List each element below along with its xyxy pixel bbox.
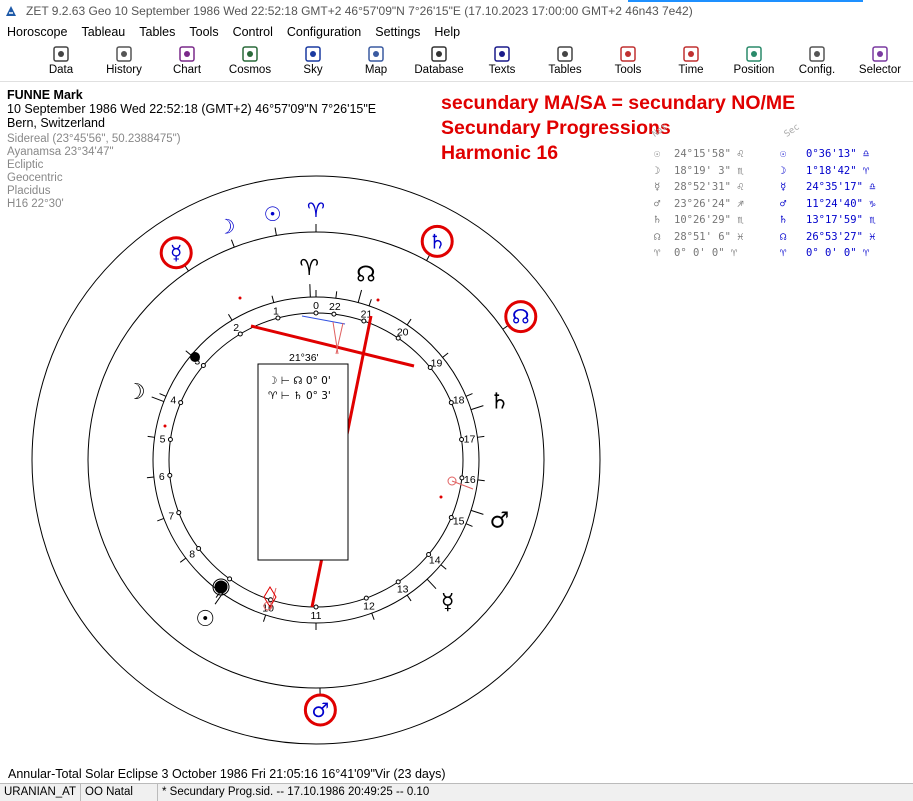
tick-mark [263,615,265,622]
saturn-icon: ♄ [428,229,446,253]
house-number: 18 [453,394,465,406]
angle-label: 21°36' [289,352,319,364]
status-bar: URANIAN_AT OO Natal * Secundary Prog.sid… [0,783,913,801]
planet-tick [152,397,164,402]
house-cusp-marker [168,438,172,442]
house-number: 8 [189,548,195,560]
house-number: 5 [160,433,166,445]
house-number: 1 [273,305,279,317]
tick-mark [441,565,446,569]
eclipse-info: Annular-Total Solar Eclipse 3 October 19… [8,767,446,781]
house-number: 14 [429,555,441,567]
tick-mark [466,524,472,527]
house-number: 2 [233,322,239,334]
tick-mark [160,394,166,397]
tick-mark [407,595,411,601]
house-number: 6 [159,471,165,483]
tick-mark [407,319,411,325]
status-progression: * Secundary Prog.sid. -- 17.10.1986 20:4… [158,784,433,801]
sun-dot [215,581,227,593]
house-cusp-marker [314,605,318,609]
mars-icon: ♂ [490,509,510,534]
north-node-icon: ☊ [512,305,530,329]
tick-mark [147,477,154,478]
moon-dot [190,352,200,362]
sun-icon: ☉ [195,607,215,632]
aries-icon: ♈ [307,198,325,222]
planet-tick [358,290,361,303]
status-natal: OO Natal [81,784,158,801]
house-number: 17 [464,433,476,445]
aspect-line [302,316,345,324]
mercury-icon: ☿ [441,590,455,615]
moon-icon: ☽ [217,215,235,239]
aries-icon: ♈ [299,256,319,281]
tick-mark [157,518,164,521]
tick-mark [478,480,485,481]
tick-mark [336,291,337,298]
red-dot [440,496,443,499]
tick-mark [466,394,472,397]
moon-icon: ☽ [126,380,146,405]
house-cusp-marker [168,473,172,477]
planet-tick [275,228,276,236]
house-cusp-marker [177,511,181,515]
planet-tick [427,579,436,589]
house-number: 13 [397,584,409,596]
house-cusp-marker [201,364,205,368]
tick-mark [186,351,191,355]
house-number: 16 [464,474,476,486]
house-cusp-marker [197,546,201,550]
house-cusp-marker [179,401,183,405]
house-cusp-marker [228,577,232,581]
house-number: 4 [170,394,176,406]
tick-mark [369,299,371,306]
house-number: 22 [329,301,341,313]
aspect-info-line: ☽ ⊢ ☊ 0° 0' [268,375,331,387]
tick-mark [228,314,232,320]
planet-tick [231,240,234,247]
aspect-info-line: ♈ ⊢ ♄ 0° 3' [268,390,331,402]
red-dot [164,425,167,428]
planet-tick [471,510,483,514]
house-cusp-marker [364,596,368,600]
mars-icon: ♂ [311,698,329,722]
tick-mark [272,296,274,303]
planet-tick [471,406,483,410]
tick-mark [372,613,374,620]
house-number: 7 [168,511,174,523]
sun-icon: ☉ [264,202,282,226]
red-dot [239,297,242,300]
house-number: 11 [311,610,322,622]
red-dot [377,299,380,302]
north-node-icon: ☊ [356,263,376,288]
tick-mark [180,558,186,562]
house-number: 15 [453,516,465,528]
tick-mark [148,436,155,437]
horoscope-wheel[interactable]: 012345678910111213141516171819202122♈☊♄♂… [0,0,913,800]
house-number: 19 [431,357,443,369]
house-number: 20 [397,326,409,338]
mercury-icon: ☿ [170,241,182,265]
tick-mark [443,353,448,357]
saturn-icon: ♄ [490,389,510,414]
house-number: 0 [313,300,319,312]
house-number: 12 [363,601,375,613]
aspect-line [251,326,414,366]
tick-mark [477,436,484,437]
status-profile: URANIAN_AT [0,784,81,801]
